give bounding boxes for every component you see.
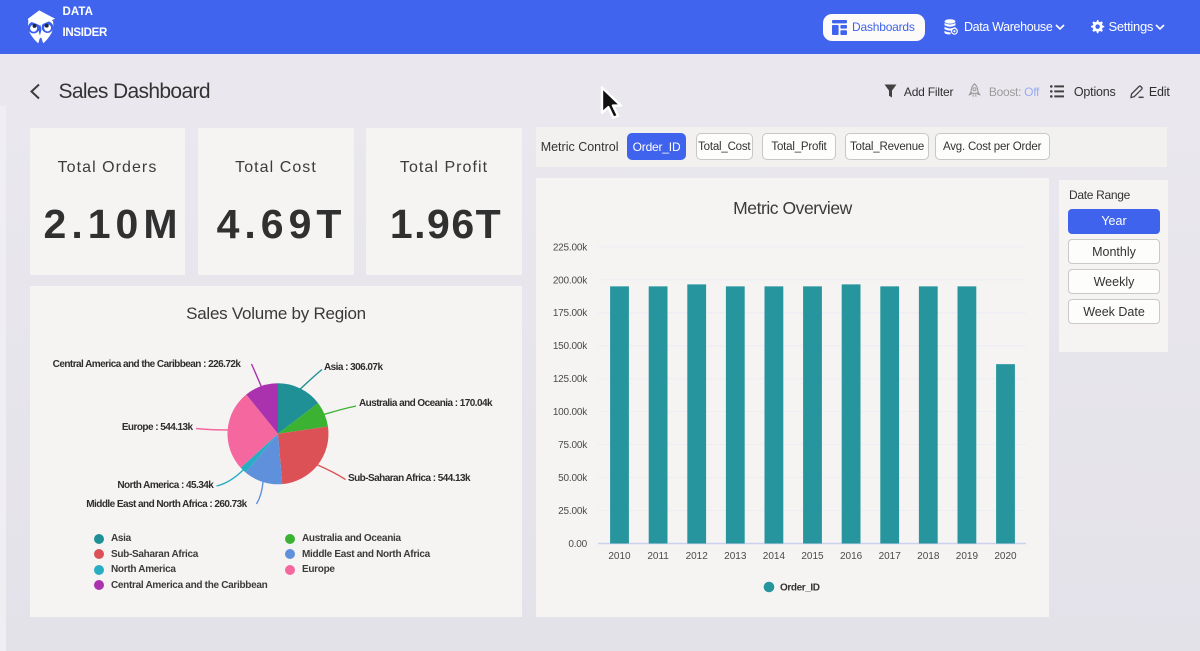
- svg-text:200.00k: 200.00k: [553, 275, 588, 286]
- svg-text:2018: 2018: [917, 551, 940, 562]
- svg-text:150.00k: 150.00k: [553, 341, 588, 352]
- svg-text:50.00k: 50.00k: [558, 473, 588, 484]
- svg-text:125.00k: 125.00k: [553, 374, 588, 385]
- svg-text:75.00k: 75.00k: [558, 440, 588, 451]
- svg-text:2020: 2020: [994, 551, 1017, 562]
- svg-text:2011: 2011: [647, 551, 669, 562]
- svg-text:2013: 2013: [724, 551, 747, 562]
- svg-text:0.00: 0.00: [568, 539, 587, 550]
- svg-text:2010: 2010: [608, 551, 631, 562]
- svg-text:2015: 2015: [801, 551, 824, 562]
- svg-text:2014: 2014: [763, 551, 786, 562]
- svg-text:2016: 2016: [840, 551, 863, 562]
- svg-text:2012: 2012: [686, 551, 709, 562]
- svg-text:225.00k: 225.00k: [553, 242, 588, 253]
- svg-text:100.00k: 100.00k: [553, 407, 588, 418]
- svg-text:175.00k: 175.00k: [553, 308, 588, 319]
- svg-text:Order_ID: Order_ID: [780, 583, 820, 594]
- svg-text:25.00k: 25.00k: [558, 506, 588, 517]
- svg-text:2017: 2017: [879, 551, 902, 562]
- svg-text:2019: 2019: [956, 551, 979, 562]
